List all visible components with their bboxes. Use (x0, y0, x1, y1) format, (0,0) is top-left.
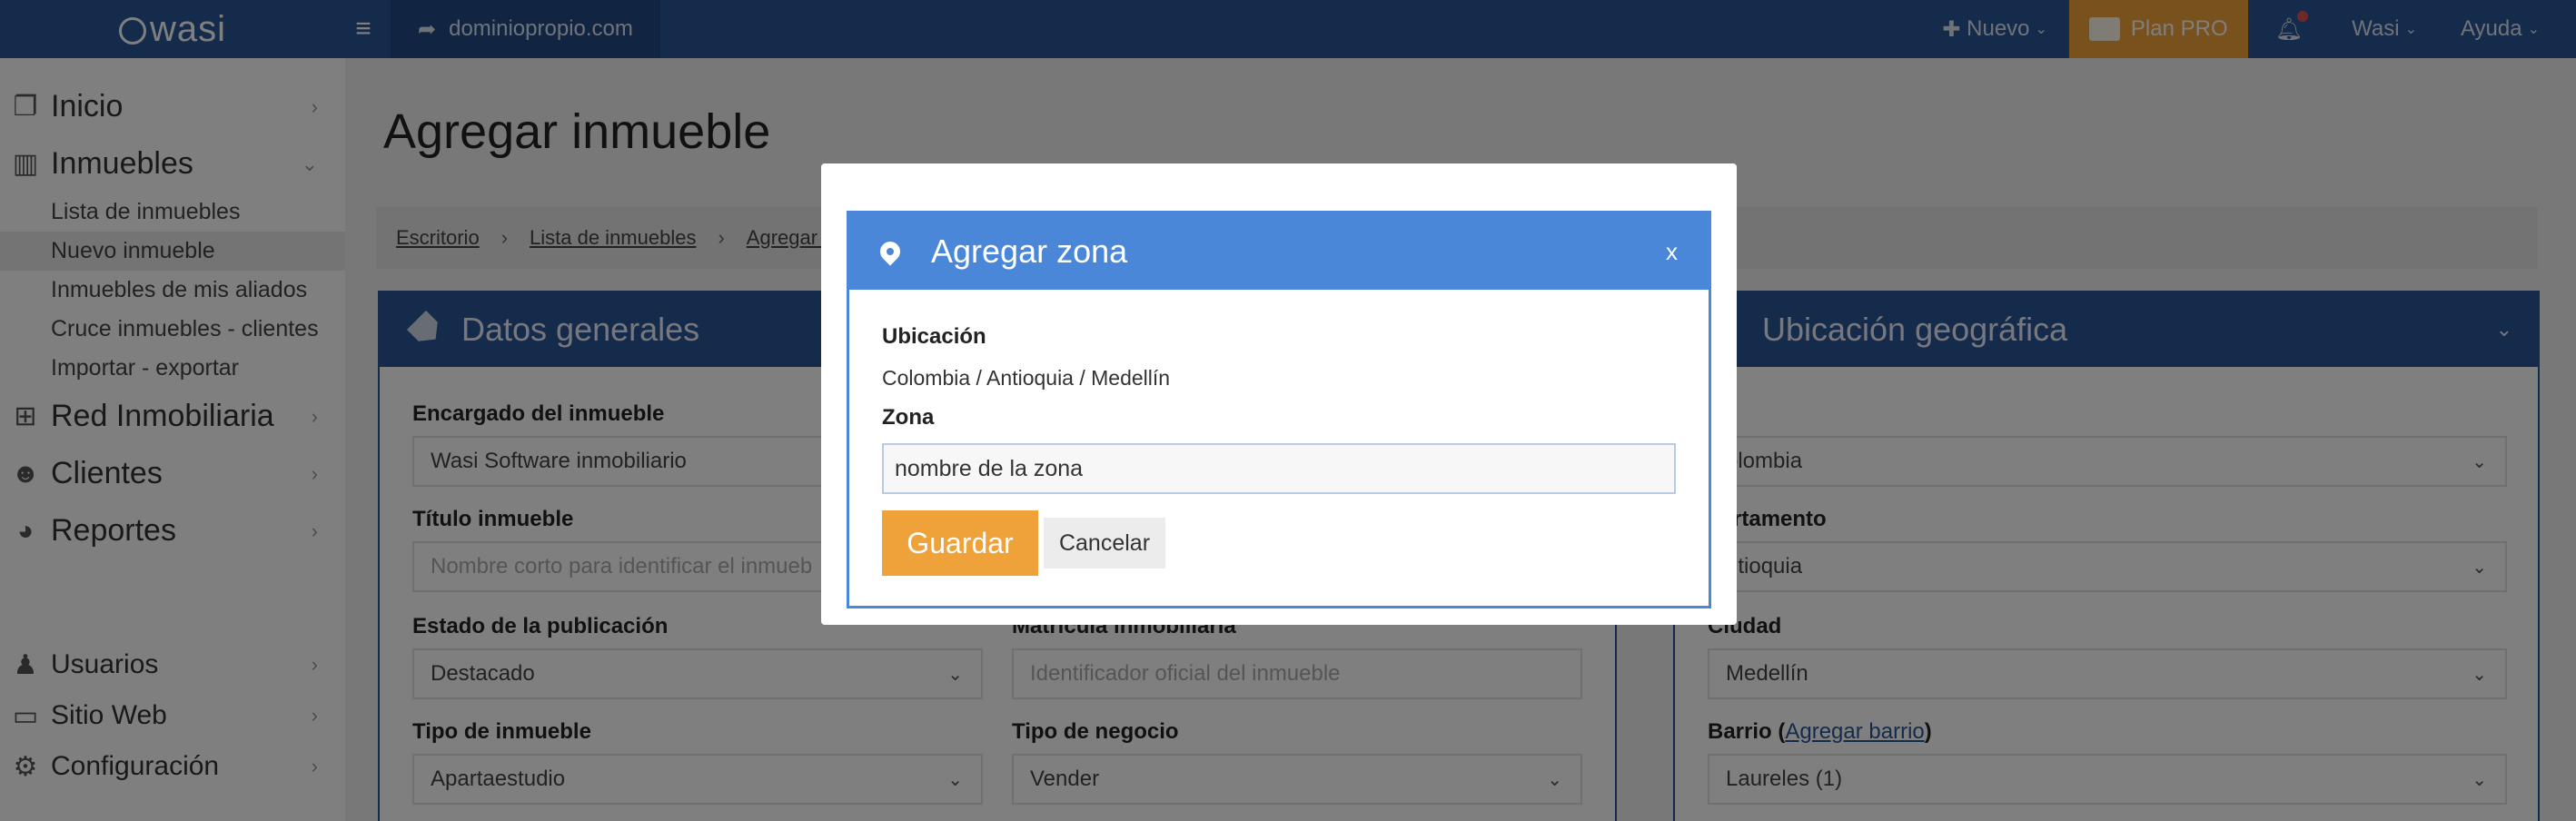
cancelar-button[interactable]: Cancelar (1044, 518, 1165, 569)
modal-title: Agregar zona (931, 232, 1128, 270)
zona-label: Zona (882, 405, 935, 430)
ubicacion-label: Ubicación (882, 324, 986, 349)
map-pin-icon (876, 237, 905, 266)
modal-actions: Guardar Cancelar (882, 510, 1676, 576)
ubicacion-value: Colombia / Antioquia / Medellín (882, 366, 1171, 390)
zona-input[interactable] (882, 443, 1676, 494)
modal-body: Ubicación Colombia / Antioquia / Medellí… (849, 290, 1709, 610)
modal-panel: Agregar zona x Ubicación Colombia / Anti… (847, 211, 1711, 608)
close-button[interactable]: x (1666, 238, 1678, 266)
agregar-zona-modal: Agregar zona x Ubicación Colombia / Anti… (821, 163, 1737, 625)
modal-header: Agregar zona x (849, 213, 1709, 290)
guardar-button[interactable]: Guardar (882, 510, 1038, 576)
